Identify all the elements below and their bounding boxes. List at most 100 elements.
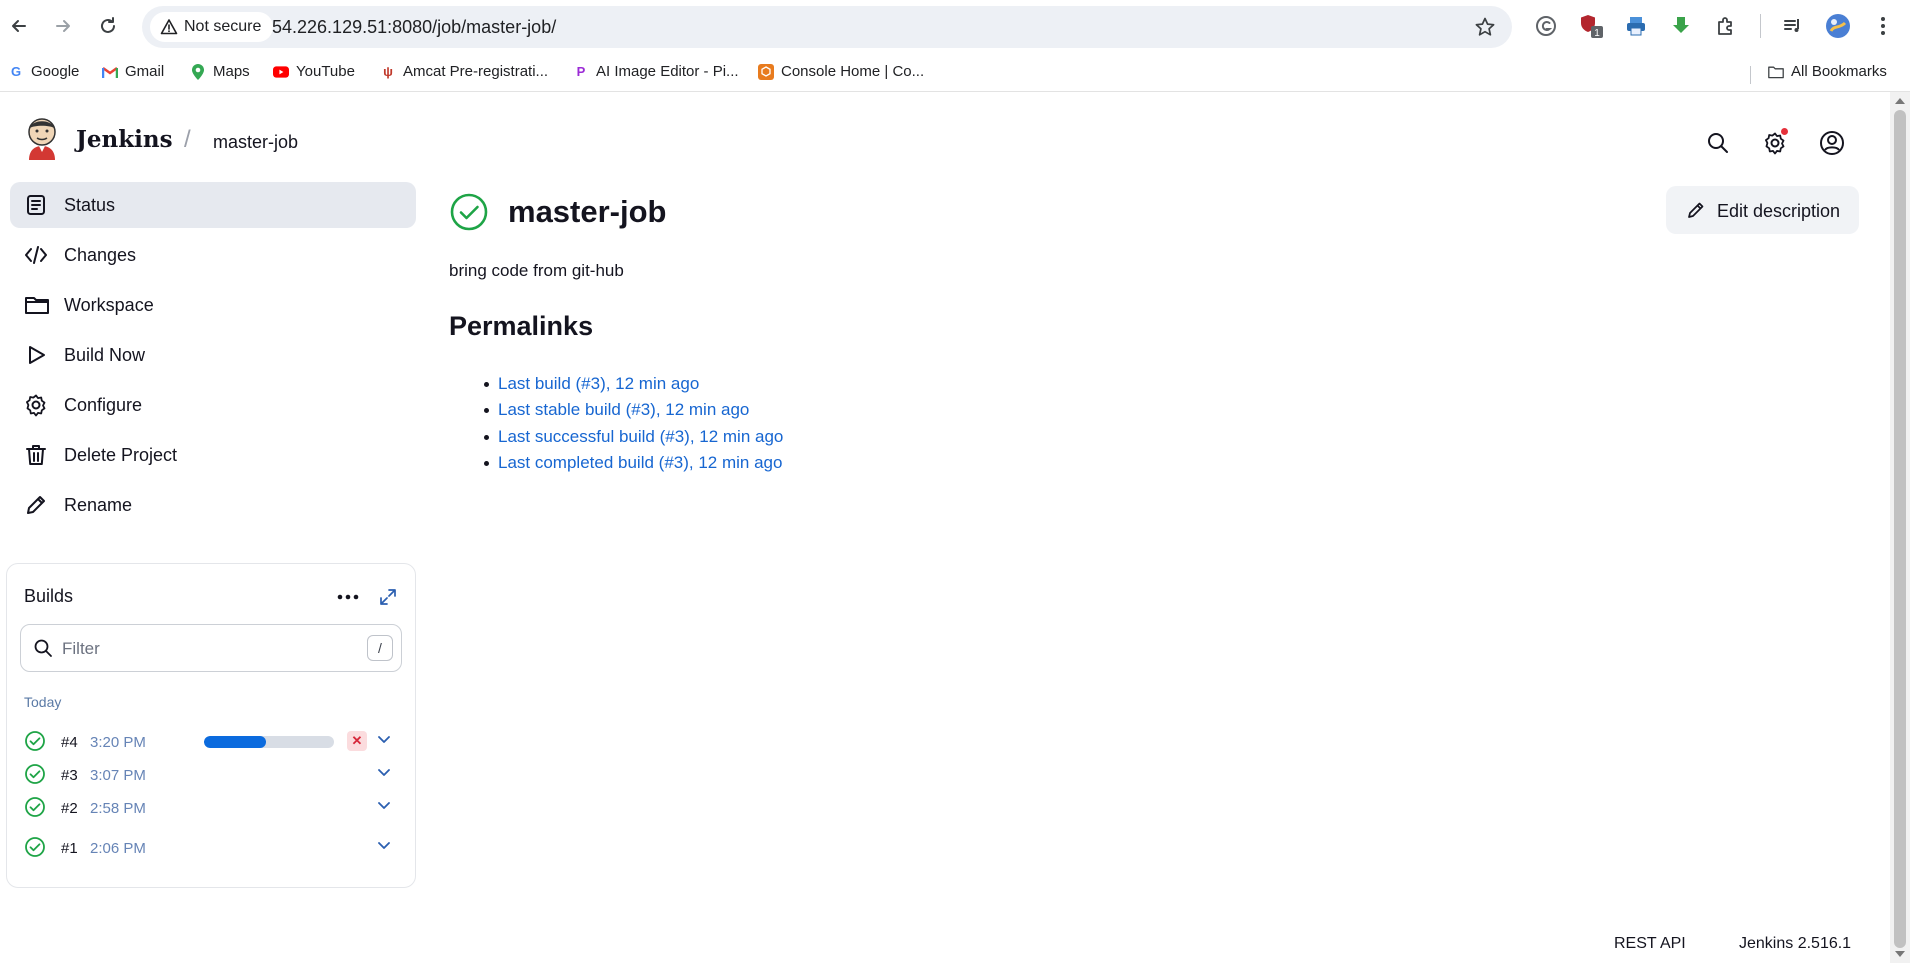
reload-icon [101, 17, 115, 33]
sidebar-item-build-now[interactable]: Build Now [10, 332, 416, 378]
forward-button[interactable] [49, 12, 77, 40]
sidebar-item-workspace[interactable]: Workspace [10, 282, 416, 328]
scroll-up-arrow[interactable] [1895, 98, 1905, 104]
profile-avatar-button[interactable] [1824, 12, 1852, 40]
bookmark-amcat[interactable]: ψ Amcat Pre-registrati... [380, 63, 548, 80]
build-time[interactable]: 2:06 PM [90, 840, 146, 857]
chevron-down-icon[interactable] [377, 732, 391, 746]
build-time[interactable]: 3:20 PM [90, 734, 146, 751]
page-title: master-job [508, 194, 667, 229]
chevron-down-icon[interactable] [377, 838, 391, 852]
builds-widget: Builds Filter / Today #4 3:20 PM ✕ #3 3:… [6, 563, 416, 888]
search-button[interactable] [1703, 128, 1733, 158]
media-control-button[interactable] [1779, 12, 1807, 40]
expand-icon [380, 589, 396, 605]
bookmark-google[interactable]: G Google [8, 63, 79, 80]
build-row-3[interactable]: #3 3:07 PM [17, 759, 407, 791]
build-number[interactable]: #1 [61, 840, 78, 857]
sidebar-item-configure[interactable]: Configure [10, 382, 416, 428]
reload-button[interactable] [94, 12, 122, 40]
sidebar-item-label: Rename [64, 495, 133, 515]
brand-title[interactable]: Jenkins [76, 126, 173, 153]
breadcrumb-job[interactable]: master-job [213, 132, 298, 153]
build-row-4[interactable]: #4 3:20 PM ✕ [17, 726, 407, 758]
extension-shield[interactable]: 1 [1577, 12, 1605, 40]
abort-build-button[interactable]: ✕ [347, 731, 367, 751]
filter-shortcut-key: / [367, 635, 393, 661]
scroll-thumb[interactable] [1894, 110, 1906, 948]
shield-icon: 1 [1581, 15, 1603, 39]
build-time[interactable]: 2:58 PM [90, 800, 146, 817]
build-time[interactable]: 3:07 PM [90, 767, 146, 784]
build-number[interactable]: #2 [61, 800, 78, 817]
permalink-last-build[interactable]: Last build (#3), 12 min ago [484, 374, 783, 400]
browser-toolbar: Not secure 54.226.129.51:8080/job/master… [0, 0, 1910, 54]
chevron-down-icon[interactable] [377, 765, 391, 779]
gear-icon [24, 393, 48, 417]
edit-description-button[interactable]: Edit description [1666, 186, 1859, 234]
sidebar-item-label: Build Now [64, 345, 146, 365]
build-number[interactable]: #4 [61, 734, 78, 751]
user-account-button[interactable] [1817, 128, 1847, 158]
sidebar-item-rename[interactable]: Rename [10, 482, 416, 528]
permalink-last-completed-build[interactable]: Last completed build (#3), 12 min ago [484, 453, 783, 479]
success-check-icon [24, 763, 46, 785]
extension-grammarly[interactable] [1532, 12, 1560, 40]
extensions-button[interactable] [1712, 12, 1740, 40]
printer-icon [1627, 17, 1645, 36]
bookmark-maps[interactable]: Maps [190, 63, 250, 80]
permalink-last-successful-build[interactable]: Last successful build (#3), 12 min ago [484, 427, 783, 453]
chevron-down-icon[interactable] [377, 798, 391, 812]
puzzle-icon [1718, 17, 1732, 35]
rest-api-link[interactable]: REST API [1614, 935, 1686, 953]
bookmark-label: Console Home | Co... [781, 63, 925, 80]
builds-expand-button[interactable] [373, 582, 403, 612]
builds-group-today: Today [24, 694, 62, 710]
sidebar-item-status[interactable]: Status [10, 182, 416, 228]
builds-title: Builds [24, 586, 74, 606]
build-number[interactable]: #3 [61, 767, 78, 784]
bookmark-youtube[interactable]: YouTube [273, 63, 355, 80]
search-icon [33, 638, 53, 658]
success-check-icon [24, 730, 46, 752]
code-icon [24, 243, 48, 267]
manage-jenkins-button[interactable] [1760, 128, 1790, 158]
browser-menu-button[interactable] [1869, 12, 1897, 40]
youtube-icon [273, 64, 289, 80]
jenkins-header: Jenkins / master-job [0, 92, 1890, 182]
bookmark-gmail[interactable]: Gmail [102, 63, 164, 80]
google-icon: G [10, 64, 22, 79]
permalink-last-stable-build[interactable]: Last stable build (#3), 12 min ago [484, 400, 783, 426]
toolbar-divider [1760, 14, 1761, 38]
folder-icon [1768, 64, 1784, 80]
build-progress-bar[interactable] [204, 736, 334, 748]
back-button[interactable] [5, 12, 33, 40]
job-description: bring code from git-hub [449, 261, 624, 280]
sidebar-item-changes[interactable]: Changes [10, 232, 416, 278]
sidebar-item-delete-project[interactable]: Delete Project [10, 432, 416, 478]
download-icon [1673, 17, 1689, 33]
sidebar-item-label: Changes [64, 245, 137, 265]
scroll-down-arrow[interactable] [1895, 951, 1905, 957]
all-bookmarks-button[interactable]: All Bookmarks [1768, 63, 1887, 80]
extension-download[interactable] [1667, 12, 1695, 40]
jenkins-logo[interactable] [24, 116, 60, 160]
address-bar[interactable]: Not secure 54.226.129.51:8080/job/master… [142, 6, 1512, 48]
all-bookmarks-label: All Bookmarks [1791, 63, 1887, 80]
play-icon [24, 343, 48, 367]
jenkins-version-link[interactable]: Jenkins 2.516.1 [1739, 935, 1851, 953]
build-row-2[interactable]: #2 2:58 PM [17, 792, 407, 824]
build-row-1[interactable]: #1 2:06 PM [17, 832, 407, 864]
trash-icon [24, 443, 48, 467]
builds-filter-input[interactable]: Filter / [20, 624, 402, 672]
security-chip[interactable]: Not secure [150, 12, 274, 42]
page-scrollbar[interactable] [1890, 92, 1910, 963]
security-label: Not secure [184, 18, 262, 35]
builds-more-button[interactable] [333, 582, 363, 612]
bookmark-star-button[interactable] [1474, 16, 1496, 38]
notification-dot [1781, 128, 1788, 135]
bookmark-aws-console[interactable]: Console Home | Co... [758, 63, 924, 80]
breadcrumb-separator: / [184, 126, 191, 153]
extension-printer[interactable] [1622, 12, 1650, 40]
bookmark-picsart[interactable]: P AI Image Editor - Pi... [573, 63, 739, 80]
